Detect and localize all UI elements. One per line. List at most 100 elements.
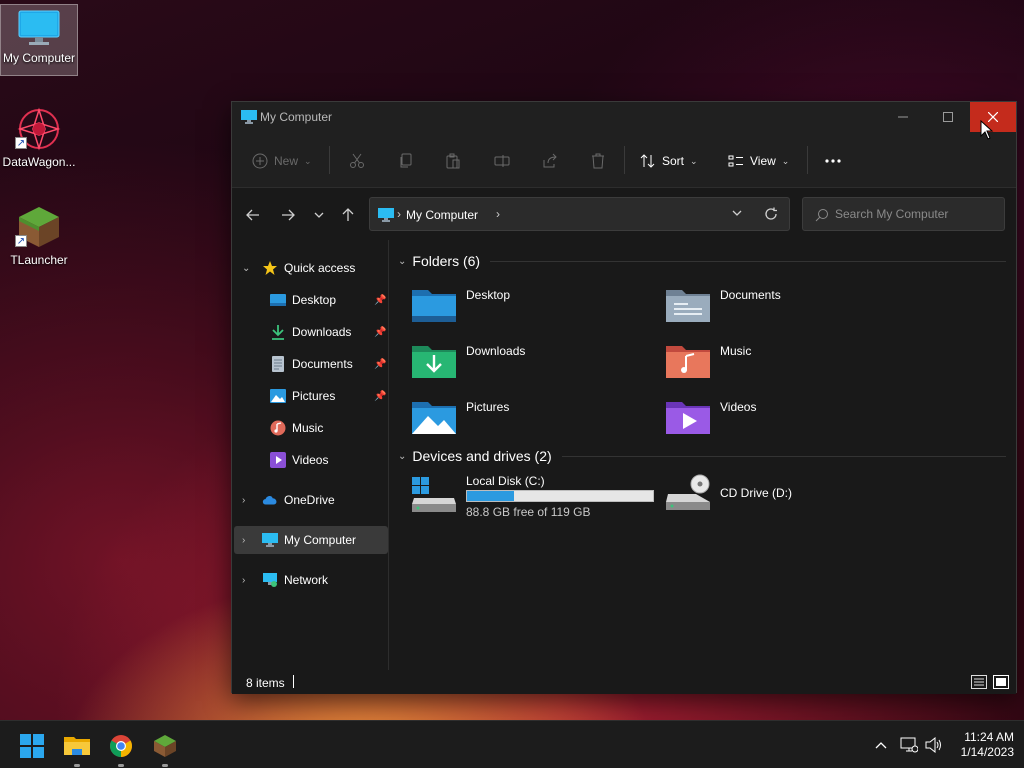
sidebar-item-quick-access[interactable]: ⌄ Quick access xyxy=(232,254,388,282)
sort-button[interactable]: Sort ⌄ xyxy=(640,150,698,172)
system-clock[interactable]: 11:24 AM 1/14/2023 xyxy=(950,730,1014,760)
folder-tile-music[interactable]: Music xyxy=(666,336,906,386)
view-list-icon xyxy=(728,155,743,167)
large-icons-view-button[interactable] xyxy=(992,673,1010,691)
start-icon xyxy=(20,734,44,758)
command-bar: New ⌄ Sort ⌄ View ⌄ xyxy=(232,132,1016,188)
rename-icon xyxy=(494,155,510,167)
chevron-down-icon: ⌄ xyxy=(398,450,407,462)
volume-button[interactable] xyxy=(924,735,944,755)
music-icon xyxy=(270,420,286,436)
search-icon xyxy=(815,209,828,222)
taskbar-file-explorer[interactable] xyxy=(61,730,93,767)
cut-button[interactable] xyxy=(349,150,365,172)
monitor-icon xyxy=(18,10,60,45)
drive-tile-cd-drive-d[interactable]: CD Drive (D:) xyxy=(666,474,906,524)
download-arrow-icon xyxy=(270,324,286,340)
speaker-icon xyxy=(925,737,941,753)
details-view-button[interactable] xyxy=(970,673,988,691)
network-status-button[interactable] xyxy=(899,735,919,755)
chevron-down-icon[interactable]: ⌄ xyxy=(242,263,250,274)
chevron-right-icon[interactable]: › xyxy=(242,535,245,546)
sidebar-item-label: My Computer xyxy=(284,533,357,547)
sidebar-item-desktop[interactable]: Desktop 📌 xyxy=(232,286,388,314)
forward-button[interactable] xyxy=(277,204,299,226)
file-explorer-window: My Computer New ⌄ Sort ⌄ View ⌄ › My Com… xyxy=(231,101,1017,694)
folder-tile-documents[interactable]: Documents xyxy=(666,280,906,330)
rename-button[interactable] xyxy=(494,150,510,172)
maximize-button[interactable] xyxy=(925,102,971,132)
arrow-up-icon xyxy=(342,208,354,221)
copy-icon xyxy=(400,153,412,168)
search-input[interactable] xyxy=(835,207,995,221)
folder-label: Music xyxy=(720,344,752,358)
breadcrumb-my-computer[interactable]: My Computer xyxy=(406,208,478,222)
star-icon xyxy=(262,260,278,276)
sidebar-item-pictures[interactable]: Pictures 📌 xyxy=(232,382,388,410)
paste-button[interactable] xyxy=(445,150,461,172)
drive-label: CD Drive (D:) xyxy=(720,486,792,500)
network-icon xyxy=(262,572,278,588)
drive-tile-local-disk-c[interactable]: Local Disk (C:) 88.8 GB free of 119 GB xyxy=(412,474,672,524)
copy-button[interactable] xyxy=(398,150,414,172)
pin-icon[interactable]: 📌 xyxy=(374,327,386,338)
sidebar-item-downloads[interactable]: Downloads 📌 xyxy=(232,318,388,346)
folder-tile-videos[interactable]: Videos xyxy=(666,392,906,442)
music-folder-icon xyxy=(666,346,710,378)
folders-group-header[interactable]: ⌄ Folders (6) xyxy=(398,250,480,272)
folder-tile-desktop[interactable]: Desktop xyxy=(412,280,652,330)
running-indicator xyxy=(74,764,80,767)
pin-icon[interactable]: 📌 xyxy=(374,391,386,402)
sidebar-item-label: Documents xyxy=(292,357,353,371)
videos-icon xyxy=(270,452,286,468)
drives-heading: Devices and drives (2) xyxy=(412,448,552,464)
content-pane: ⌄ Folders (6) Desktop Documents Download… xyxy=(390,240,1016,670)
drives-group-header[interactable]: ⌄ Devices and drives (2) xyxy=(398,445,552,467)
taskbar-tlauncher[interactable] xyxy=(149,730,181,767)
chevron-right-icon[interactable]: › xyxy=(242,575,245,586)
recent-locations-button[interactable] xyxy=(308,204,330,226)
new-button[interactable]: New ⌄ xyxy=(252,150,312,172)
desktop-icon-label: My Computer xyxy=(2,51,76,65)
pictures-folder-icon xyxy=(412,402,456,434)
document-icon xyxy=(270,356,286,372)
folder-tile-downloads[interactable]: Downloads xyxy=(412,336,652,386)
folder-tile-pictures[interactable]: Pictures xyxy=(412,392,652,442)
desktop-icon-tlauncher[interactable]: ↗ TLauncher xyxy=(0,200,78,272)
search-box[interactable] xyxy=(802,197,1005,231)
chevron-right-icon[interactable]: › xyxy=(242,495,245,506)
back-button[interactable] xyxy=(242,204,264,226)
details-view-icon xyxy=(971,675,987,689)
folders-heading: Folders (6) xyxy=(412,253,481,269)
sidebar-item-onedrive[interactable]: › OneDrive xyxy=(232,486,388,514)
view-button[interactable]: View ⌄ xyxy=(728,150,789,172)
refresh-button[interactable] xyxy=(764,207,778,224)
address-history-button[interactable] xyxy=(732,207,742,221)
desktop-icon-datawagon[interactable]: ↗ DataWagon... xyxy=(0,102,78,174)
chevron-down-icon: ⌄ xyxy=(781,155,790,166)
see-more-button[interactable] xyxy=(824,150,842,172)
chevron-down-icon: ⌄ xyxy=(398,255,407,267)
taskbar-chrome[interactable] xyxy=(105,730,137,767)
pin-icon[interactable]: 📌 xyxy=(374,359,386,370)
sidebar-item-videos[interactable]: Videos xyxy=(232,446,388,474)
title-bar[interactable]: My Computer xyxy=(232,102,1016,132)
drive-free-space: 88.8 GB free of 119 GB xyxy=(466,505,591,519)
address-bar[interactable]: › My Computer › xyxy=(369,197,790,231)
sidebar-item-my-computer[interactable]: › My Computer xyxy=(234,526,388,554)
sidebar-item-music[interactable]: Music xyxy=(232,414,388,442)
minimize-button[interactable] xyxy=(880,102,926,132)
cut-icon xyxy=(350,153,364,168)
desktop-icon-my-computer[interactable]: My Computer xyxy=(0,4,78,76)
sidebar-item-documents[interactable]: Documents 📌 xyxy=(232,350,388,378)
item-count: 8 items xyxy=(246,676,285,690)
sidebar-item-label: Quick access xyxy=(284,261,356,275)
show-hidden-icons-button[interactable] xyxy=(871,735,891,755)
share-button[interactable] xyxy=(542,150,558,172)
sidebar-item-network[interactable]: › Network xyxy=(232,566,388,594)
more-icon xyxy=(825,159,841,163)
start-button[interactable] xyxy=(16,730,48,762)
up-button[interactable] xyxy=(337,204,359,226)
pin-icon[interactable]: 📌 xyxy=(374,295,386,306)
delete-button[interactable] xyxy=(590,150,606,172)
